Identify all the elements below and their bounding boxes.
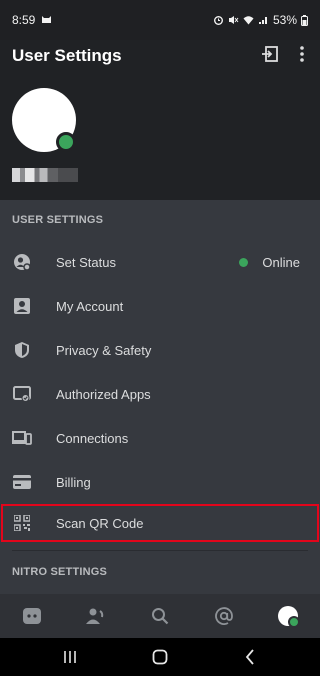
system-navigation-bar [0,638,320,676]
billing-icon [12,472,32,492]
set-status-icon [12,252,32,272]
menu-item-label: Set Status [56,254,116,270]
menu-item-my-account[interactable]: My Account [0,284,320,328]
status-bar: 8:59 53% [0,0,320,40]
alarm-icon [213,16,223,25]
at-mention-icon [215,607,233,625]
connections-icon [12,428,32,448]
friends-tab[interactable] [64,594,128,638]
section-divider [12,550,308,551]
menu-item-authorized-apps[interactable]: Authorized Apps [0,372,320,416]
more-options-button[interactable] [290,42,314,66]
battery-percent: 53% [272,13,297,27]
search-tab[interactable] [128,594,192,638]
battery-icon [301,14,308,26]
home-icon [152,649,168,665]
avatar [278,606,300,628]
online-status-indicator [56,132,76,152]
menu-item-label: Connections [56,430,129,446]
mute-icon [228,16,239,24]
username-redacted [12,168,78,182]
recent-apps-button[interactable] [40,638,100,676]
profile-tab[interactable] [256,594,320,638]
menu-item-set-status[interactable]: Set Status Online [0,240,320,284]
online-dot-icon [239,257,249,267]
account-icon [12,296,32,316]
menu-item-label: Privacy & Safety [56,342,152,358]
wifi-icon [243,16,254,25]
back-icon [245,649,254,665]
menu-item-scan-qr-code[interactable]: Scan QR Code [0,501,320,545]
status-value-text: Online [262,254,300,270]
menu-item-billing[interactable]: Billing [0,460,320,504]
shield-icon [12,340,32,360]
menu-item-label: Authorized Apps [56,386,151,402]
logout-button[interactable] [258,42,282,66]
recent-apps-icon [64,651,76,663]
kebab-menu-icon [300,46,304,62]
section-user-settings: USER SETTINGS [12,214,104,226]
home-tab[interactable] [0,594,64,638]
qr-code-icon [12,513,32,533]
mentions-tab[interactable] [192,594,256,638]
menu-item-privacy-safety[interactable]: Privacy & Safety [0,328,320,372]
bottom-tab-bar [0,594,320,638]
menu-item-connections[interactable]: Connections [0,416,320,460]
menu-item-label: My Account [56,298,124,314]
status-value: Online [239,255,300,270]
page-title: User Settings [12,46,122,65]
clock: 8:59 [12,13,36,27]
cat-notification-icon [42,16,52,23]
friends-icon [86,608,104,624]
menu-item-label: Scan QR Code [56,515,144,531]
home-button[interactable] [130,638,190,676]
back-button[interactable] [220,638,280,676]
discord-home-icon [23,608,41,624]
authorized-apps-icon [12,384,32,404]
signal-icon [258,17,267,24]
search-icon [152,608,169,625]
section-nitro-settings: NITRO SETTINGS [12,566,108,578]
menu-item-label: Billing [56,474,91,490]
logout-icon [262,46,278,62]
